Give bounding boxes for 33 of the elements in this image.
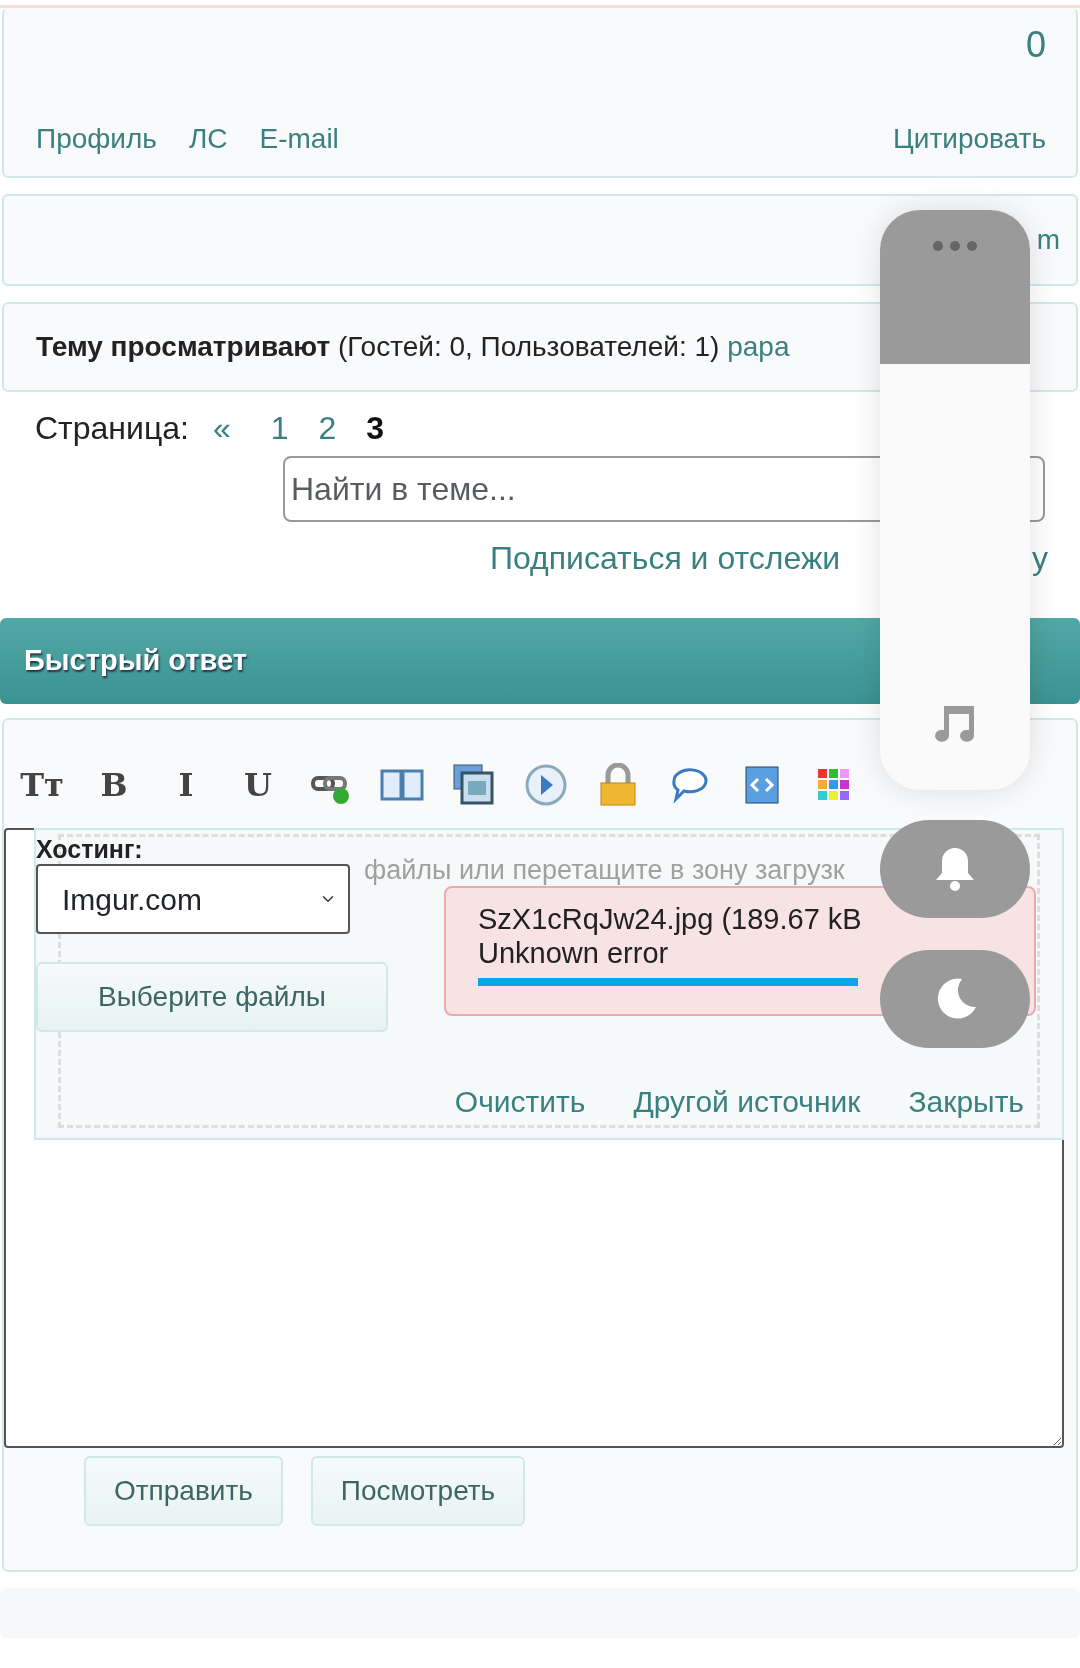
- more-icon[interactable]: [932, 240, 978, 252]
- upload-action-link[interactable]: Очистить: [454, 1079, 586, 1124]
- format-button[interactable]: I: [162, 761, 210, 809]
- hosting-label: Хостинг:: [36, 834, 144, 864]
- format-button[interactable]: Tт: [18, 761, 66, 809]
- post-link[interactable]: Профиль: [36, 118, 157, 160]
- page-link[interactable]: 3: [366, 404, 385, 452]
- format-button[interactable]: U: [234, 761, 282, 809]
- viewers-count: (Гостей: 0, Пользователей: 1): [338, 330, 720, 364]
- page-link[interactable]: 2: [318, 404, 337, 452]
- subscribe-link[interactable]: у: [1032, 534, 1048, 576]
- prev-page-link[interactable]: «: [212, 404, 231, 452]
- post-link[interactable]: E-mail: [259, 118, 339, 160]
- drop-hint: файлы или перетащите в зону загрузк: [364, 854, 845, 887]
- file-name: SzX1cRqJw24.jpg (189.67 kB: [478, 902, 863, 936]
- form-button[interactable]: Отправить: [84, 1456, 283, 1526]
- bell-icon: [933, 845, 977, 893]
- subscribe-link[interactable]: Подписаться и отслежи: [490, 534, 841, 576]
- signature-text: m: [1036, 223, 1060, 257]
- form-button[interactable]: Посмотреть: [310, 1456, 526, 1526]
- format-button[interactable]: B: [90, 761, 138, 809]
- post-count: 0: [1025, 23, 1046, 67]
- viewers-label: Тему просматривают: [36, 330, 331, 364]
- page-label: Страница:: [35, 409, 189, 448]
- upload-action-link[interactable]: Закрыть: [908, 1079, 1024, 1124]
- hosting-select[interactable]: Imgur.com: [36, 864, 350, 934]
- post-link[interactable]: ЛС: [188, 118, 228, 160]
- upload-action-link[interactable]: Другой источник: [633, 1079, 861, 1124]
- user-link[interactable]: рара: [727, 326, 790, 368]
- quote-link[interactable]: Цитировать: [893, 118, 1046, 160]
- error-message: Unknown error: [478, 936, 670, 970]
- choose-files-button[interactable]: Выберите файлы: [36, 962, 388, 1032]
- page-link[interactable]: 1: [270, 404, 289, 452]
